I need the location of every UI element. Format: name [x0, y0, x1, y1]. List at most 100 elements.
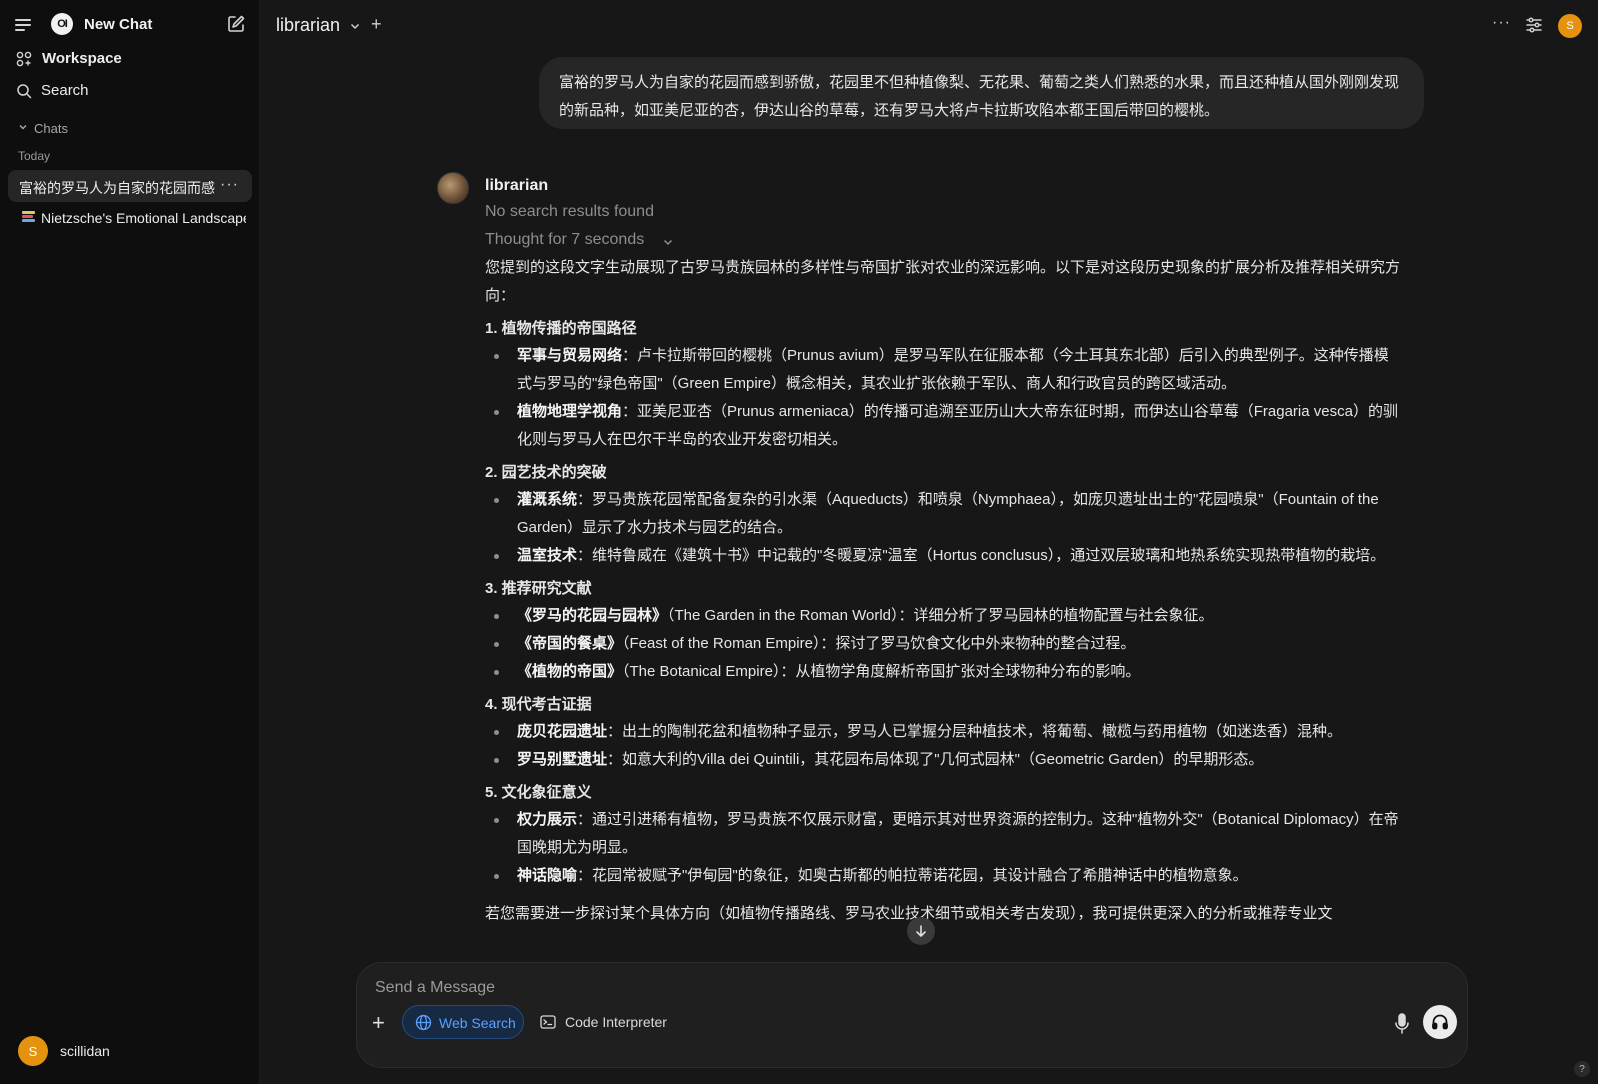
compose-icon[interactable]: [226, 14, 246, 34]
list-item-term: 《植物的帝国》: [517, 663, 623, 680]
workspace-label: Workspace: [42, 50, 122, 67]
search-icon: [17, 84, 32, 99]
section-heading: 2. 园艺技术的突破: [485, 464, 607, 481]
menu-icon[interactable]: [13, 16, 33, 34]
controls-icon[interactable]: [1525, 16, 1543, 34]
section-heading: 4. 现代考古证据: [485, 696, 592, 713]
list-item-term: 灌溉系统: [517, 491, 578, 508]
add-attachment-button[interactable]: +: [372, 1010, 385, 1036]
user-message-text: 富裕的罗马人为自家的花园而感到骄傲，花园里不但种植像梨、无花果、葡萄之类人们熟悉…: [559, 74, 1400, 119]
list-item-text: （The Botanical Empire）：从植物学角度解析帝国扩张对全球物种…: [622, 663, 1141, 680]
sidebar-item-search[interactable]: Search: [8, 75, 252, 107]
section-list: 灌溉系统：罗马贵族花园常配备复杂的引水渠（Aqueducts）和喷泉（Nymph…: [485, 486, 1403, 570]
books-icon: [22, 211, 35, 225]
list-item-term: 《帝国的餐桌》: [517, 635, 623, 652]
microphone-icon[interactable]: [1394, 1013, 1410, 1035]
section-list: 权力展示：通过引进稀有植物，罗马贵族不仅展示财富，更暗示其对世界资源的控制力。这…: [485, 806, 1403, 890]
workspace-icon: [16, 51, 32, 67]
list-item-term: 植物地理学视角: [517, 403, 623, 420]
sidebar-header: OI New Chat: [0, 8, 260, 42]
list-item: 灌溉系统：罗马贵族花园常配备复杂的引水渠（Aqueducts）和喷泉（Nymph…: [485, 486, 1403, 542]
section-heading: 3. 推荐研究文献: [485, 580, 592, 597]
section-heading: 1. 植物传播的帝国路径: [485, 320, 637, 337]
user-name: scillidan: [60, 1043, 110, 1059]
globe-icon: [415, 1014, 432, 1031]
add-model-button[interactable]: +: [371, 14, 382, 35]
list-item: 神话隐喻：花园常被赋予"伊甸园"的象征，如奥古斯都的帕拉蒂诺花园，其设计融合了希…: [485, 862, 1403, 890]
web-search-toggle[interactable]: Web Search: [402, 1005, 524, 1039]
list-item: 庞贝花园遗址：出土的陶制花盆和植物种子显示，罗马人已掌握分层种植技术，将葡萄、橄…: [485, 718, 1403, 746]
message-input[interactable]: [375, 975, 1275, 1001]
voice-call-button[interactable]: [1423, 1005, 1457, 1039]
today-label: Today: [18, 149, 51, 163]
list-item-text: （The Garden in the Roman World）：详细分析了罗马园…: [667, 607, 1214, 624]
avatar: S: [18, 1036, 48, 1066]
assistant-avatar: [437, 172, 469, 204]
search-label: Search: [41, 82, 89, 99]
chats-header: Chats: [34, 121, 68, 136]
message-composer: + Web Search Code Interpreter: [356, 962, 1468, 1068]
list-item-term: 《罗马的花园与园林》: [517, 607, 668, 624]
list-item-text: ：罗马贵族花园常配备复杂的引水渠（Aqueducts）和喷泉（Nymphaea）…: [517, 491, 1379, 536]
help-button[interactable]: ?: [1574, 1061, 1590, 1077]
section-heading: 5. 文化象征意义: [485, 784, 592, 801]
list-item: 植物地理学视角：亚美尼亚杏（Prunus armeniaca）的传播可追溯至亚历…: [485, 398, 1403, 454]
logo-icon[interactable]: OI: [51, 13, 73, 35]
search-status: No search results found: [485, 203, 654, 220]
chat-main: librarian + ··· S 富裕的罗马人为自家的花园而感到骄傲，花园里不…: [260, 0, 1598, 1084]
chat-item-active[interactable]: 富裕的罗马人为自家的花园而感到骄傲 ···: [8, 170, 252, 202]
list-item-term: 军事与贸易网络: [517, 347, 623, 364]
assistant-message: 您提到的这段文字生动展现了古罗马贵族园林的多样性与帝国扩张对农业的深远影响。以下…: [485, 254, 1403, 924]
model-selector[interactable]: librarian: [276, 15, 340, 36]
chevron-down-icon: [19, 125, 27, 130]
list-item-term: 温室技术: [517, 547, 578, 564]
chat-item[interactable]: Nietzsche's Emotional Landscape: [8, 202, 252, 234]
answer-intro: 您提到的这段文字生动展现了古罗马贵族园林的多样性与帝国扩张对农业的深远影响。以下…: [485, 259, 1401, 304]
list-item-term: 权力展示: [517, 811, 578, 828]
list-item: 《帝国的餐桌》（Feast of the Roman Empire）：探讨了罗马…: [485, 630, 1403, 658]
more-options-icon[interactable]: ···: [1492, 14, 1511, 32]
avatar[interactable]: S: [1558, 14, 1582, 38]
chat-item-title: Nietzsche's Emotional Landscape: [41, 210, 246, 226]
list-item-text: ：通过引进稀有植物，罗马贵族不仅展示财富，更暗示其对世界资源的控制力。这种"植物…: [517, 811, 1399, 856]
terminal-icon: [540, 1015, 556, 1029]
list-item: 《罗马的花园与园林》（The Garden in the Roman World…: [485, 602, 1403, 630]
list-item-text: ：亚美尼亚杏（Prunus armeniaca）的传播可追溯至亚历山大大帝东征时…: [517, 403, 1398, 448]
section-list: 军事与贸易网络：卢卡拉斯带回的樱桃（Prunus avium）是罗马军队在征服本…: [485, 342, 1403, 454]
assistant-name: librarian: [485, 177, 549, 194]
answer-outro: 若您需要进一步探讨某个具体方向（如植物传播路线、罗马农业技术细节或相关考古发现）…: [485, 905, 1333, 922]
arrow-down-icon: [916, 925, 926, 938]
list-item-term: 罗马别墅遗址: [517, 751, 608, 768]
chat-item-title: 富裕的罗马人为自家的花园而感到骄傲: [19, 180, 215, 196]
user-menu[interactable]: S scillidan: [18, 1036, 248, 1066]
list-item: 罗马别墅遗址：如意大利的Villa dei Quintili，其花园布局体现了"…: [485, 746, 1403, 774]
chevron-down-icon[interactable]: [662, 236, 674, 248]
list-item: 《植物的帝国》（The Botanical Empire）：从植物学角度解析帝国…: [485, 658, 1403, 686]
code-interpreter-toggle[interactable]: Code Interpreter: [540, 1005, 680, 1039]
new-chat-label[interactable]: New Chat: [84, 16, 152, 33]
code-interpreter-label: Code Interpreter: [565, 1014, 667, 1030]
user-message: 富裕的罗马人为自家的花园而感到骄傲，花园里不但种植像梨、无花果、葡萄之类人们熟悉…: [539, 57, 1424, 129]
list-item-term: 庞贝花园遗址: [517, 723, 608, 740]
app-root: OI New Chat Workspace Search Chats Today: [0, 0, 1598, 1084]
section-list: 庞贝花园遗址：出土的陶制花盆和植物种子显示，罗马人已掌握分层种植技术，将葡萄、橄…: [485, 718, 1403, 774]
list-item-text: ：花园常被赋予"伊甸园"的象征，如奥古斯都的帕拉蒂诺花园，其设计融合了希腊神话中…: [577, 867, 1248, 884]
list-item: 温室技术：维特鲁威在《建筑十书》中记载的"冬暖夏凉"温室（Hortus conc…: [485, 542, 1403, 570]
list-item-text: ：出土的陶制花盆和植物种子显示，罗马人已掌握分层种植技术，将葡萄、橄榄与药用植物…: [607, 723, 1343, 740]
chat-more-icon[interactable]: ···: [220, 176, 239, 194]
section-list: 《罗马的花园与园林》（The Garden in the Roman World…: [485, 602, 1403, 686]
sidebar-item-workspace[interactable]: Workspace: [8, 43, 252, 75]
thought-toggle[interactable]: Thought for 7 seconds: [485, 231, 644, 249]
list-item-text: ：维特鲁威在《建筑十书》中记载的"冬暖夏凉"温室（Hortus conclusu…: [577, 547, 1386, 564]
chevron-down-icon[interactable]: [349, 20, 361, 32]
sidebar: OI New Chat Workspace Search Chats Today: [0, 0, 260, 1084]
list-item: 权力展示：通过引进稀有植物，罗马贵族不仅展示财富，更暗示其对世界资源的控制力。这…: [485, 806, 1403, 862]
web-search-label: Web Search: [439, 1015, 516, 1031]
scroll-to-bottom-button[interactable]: [907, 917, 935, 945]
list-item-text: （Feast of the Roman Empire）：探讨了罗马饮食文化中外来…: [622, 635, 1136, 652]
list-item-term: 神话隐喻: [517, 867, 578, 884]
list-item-text: ：卢卡拉斯带回的樱桃（Prunus avium）是罗马军队在征服本都（今土耳其东…: [517, 347, 1389, 392]
headphones-icon: [1432, 1014, 1448, 1030]
list-item: 军事与贸易网络：卢卡拉斯带回的樱桃（Prunus avium）是罗马军队在征服本…: [485, 342, 1403, 398]
list-item-text: ：如意大利的Villa dei Quintili，其花园布局体现了"几何式园林"…: [607, 751, 1264, 768]
